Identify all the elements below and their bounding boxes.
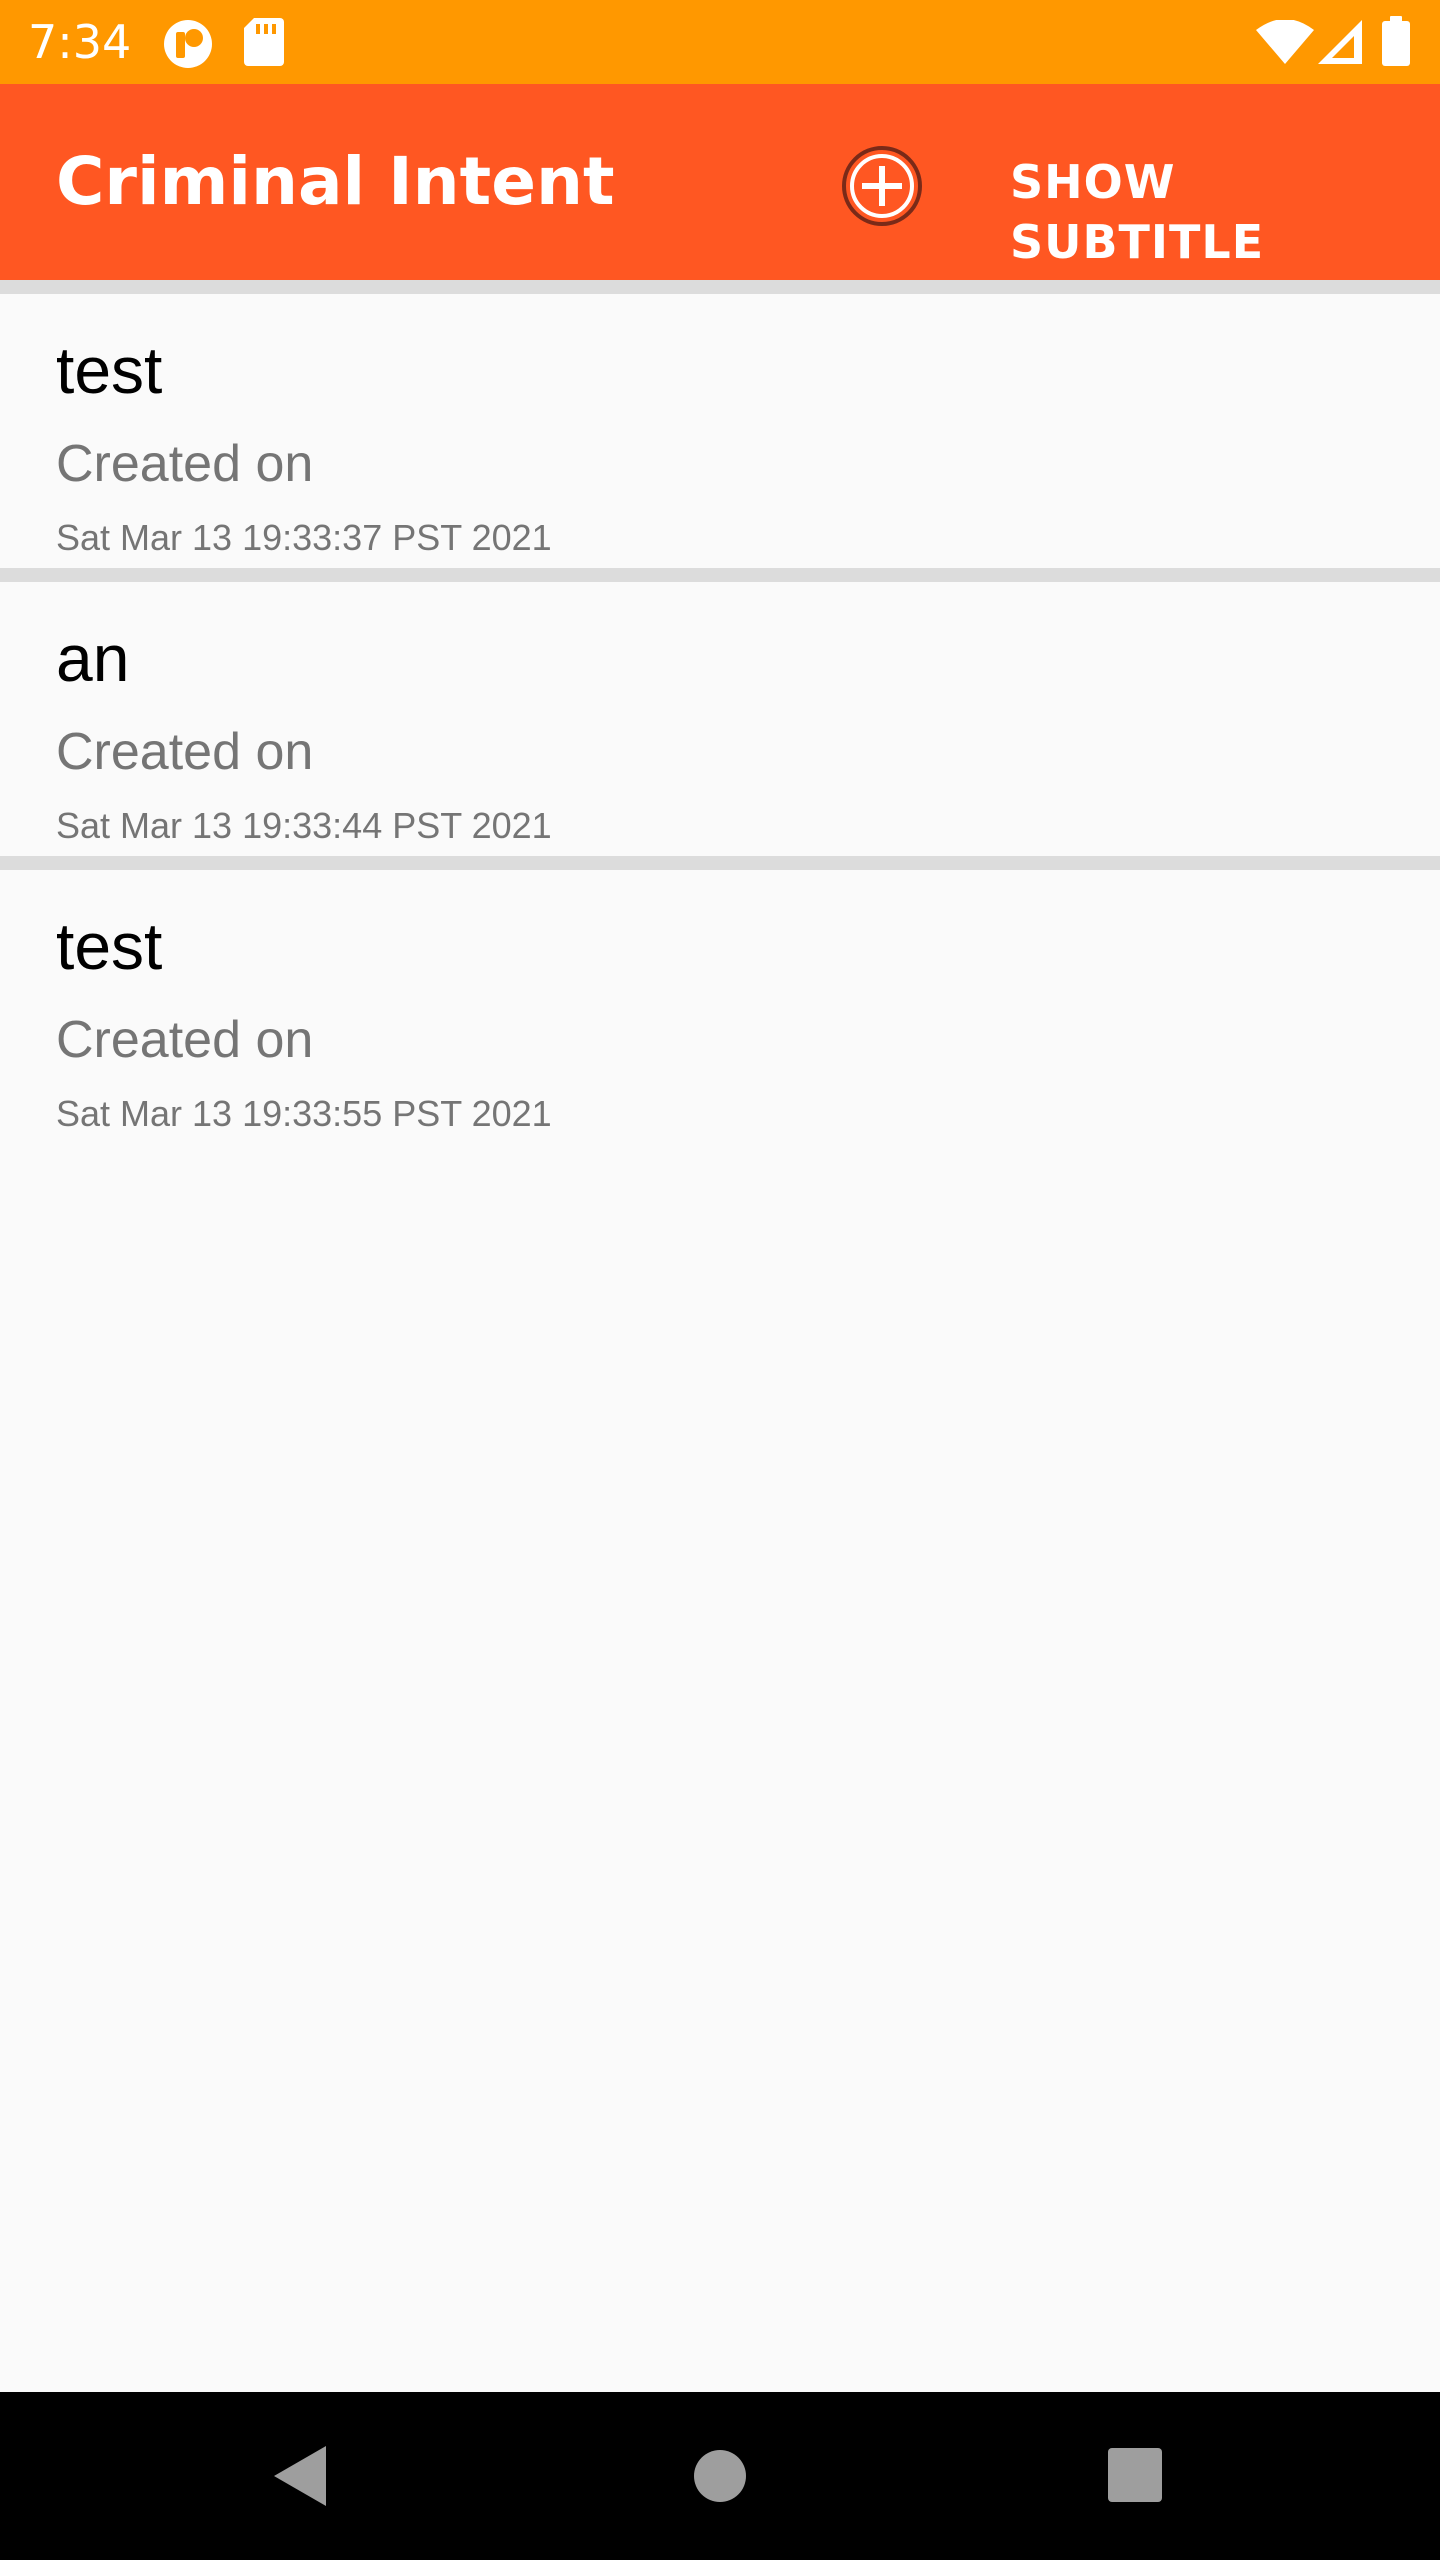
list-item[interactable]: an Created on Sat Mar 13 19:33:44 PST 20… [0,582,1440,856]
status-bar: 7:34 [0,0,1440,84]
add-circle-icon[interactable] [838,142,926,230]
circle-app-icon [164,20,212,68]
crime-list: test Created on Sat Mar 13 19:33:37 PST … [0,294,1440,1144]
list-item[interactable]: test Created on Sat Mar 13 19:33:37 PST … [0,294,1440,568]
divider [0,856,1440,870]
signal-icon [1318,20,1362,64]
navigation-bar [0,2392,1440,2560]
app-bar-shadow [0,280,1440,294]
crime-created-label: Created on [56,1011,314,1069]
back-icon[interactable] [272,2444,328,2508]
recents-icon[interactable] [1108,2448,1162,2502]
app-bar: Criminal Intent SHOW SUBTITLE [0,84,1440,280]
crime-title: test [56,333,163,407]
crime-title: an [56,621,130,695]
crime-created-label: Created on [56,723,314,781]
show-subtitle-button[interactable]: SHOW SUBTITLE [1010,152,1440,272]
crime-date: Sat Mar 13 19:33:37 PST 2021 [56,517,552,558]
wifi-icon [1256,20,1314,64]
crime-created-label: Created on [56,435,314,493]
home-icon[interactable] [692,2448,748,2504]
crime-date: Sat Mar 13 19:33:55 PST 2021 [56,1093,552,1134]
battery-icon [1382,16,1410,66]
sd-card-icon [244,18,284,66]
status-time: 7:34 [28,15,132,69]
crime-title: test [56,909,163,983]
app-title: Criminal Intent [56,143,615,220]
list-item[interactable]: test Created on Sat Mar 13 19:33:55 PST … [0,870,1440,1144]
divider [0,568,1440,582]
crime-date: Sat Mar 13 19:33:44 PST 2021 [56,805,552,846]
